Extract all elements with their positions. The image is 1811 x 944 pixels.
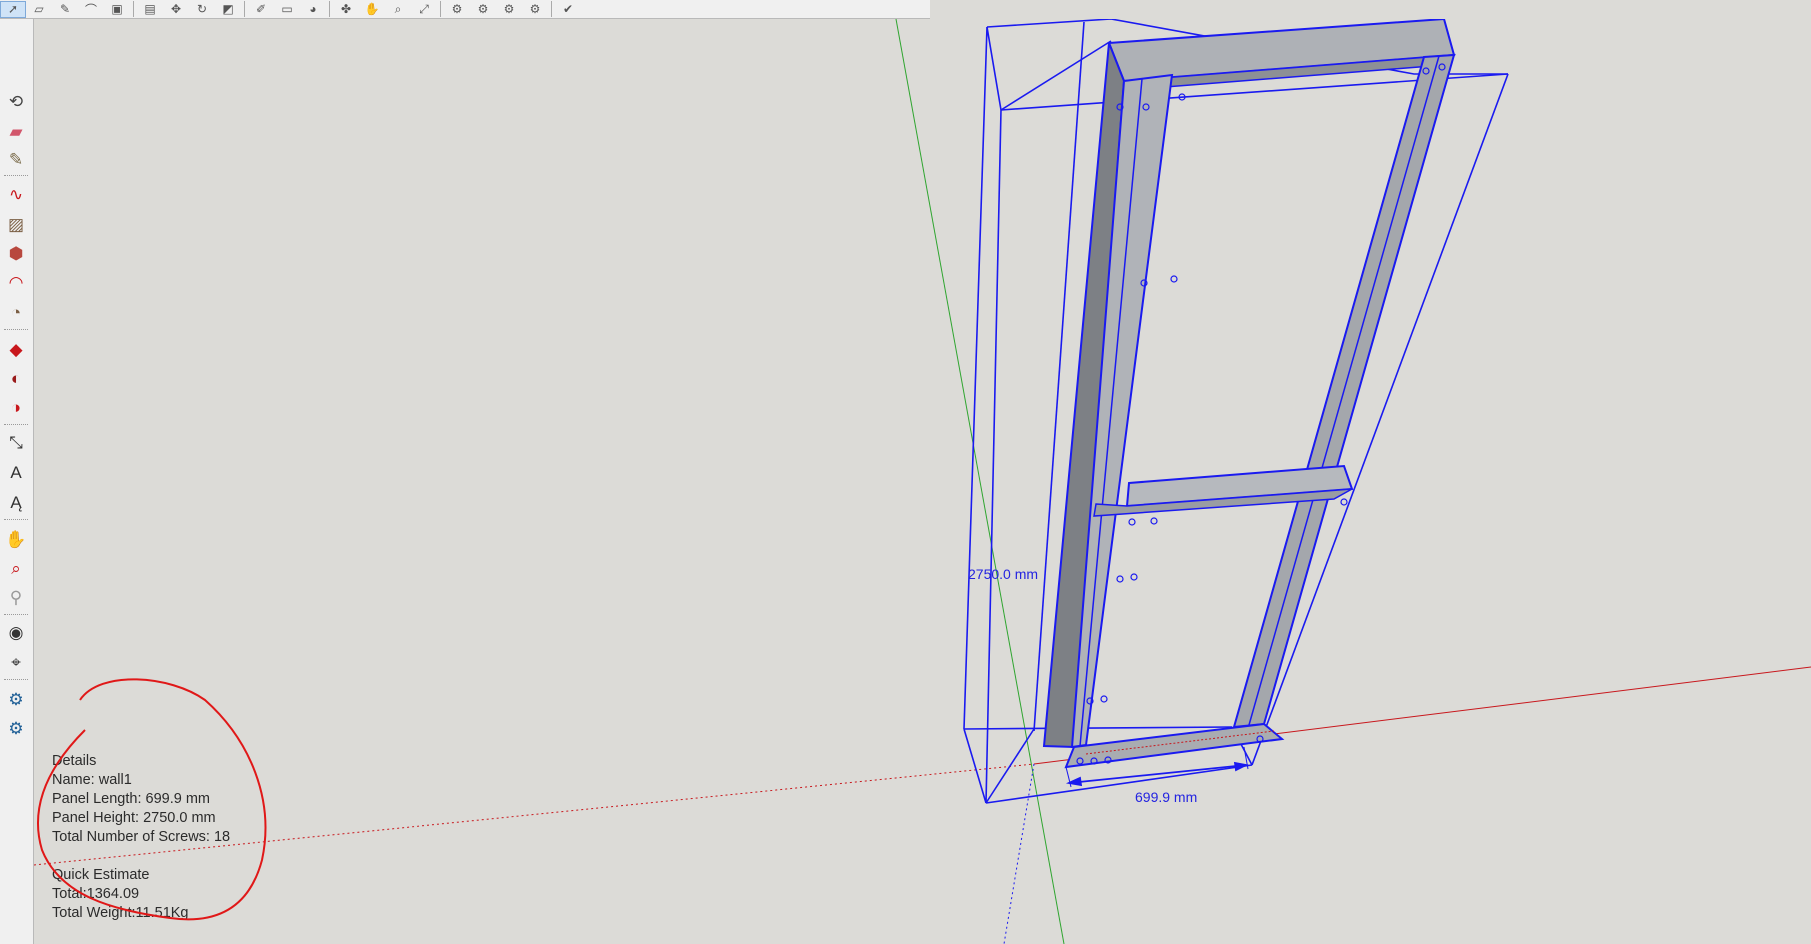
toolbar-separator (440, 1, 441, 17)
look-around-tool-icon[interactable]: ◉ (3, 620, 29, 646)
rectangle-tool-icon[interactable]: ▨ (3, 212, 29, 238)
status-check-icon[interactable]: ✔ (555, 1, 581, 18)
details-panel-length: Panel Length: 699.9 mm (52, 791, 210, 807)
offset-tool-icon[interactable]: ◑ (3, 395, 29, 421)
select-icon[interactable]: ➚ (0, 0, 26, 18)
rotate-icon[interactable]: ↻ (189, 1, 215, 18)
estimate-heading: Quick Estimate (52, 867, 150, 883)
estimate-total: Total:1364.09 (52, 886, 140, 902)
height-dimension-label[interactable]: 2750.0 mm (968, 566, 1038, 582)
orbit-tool-icon[interactable]: ⟲ (3, 89, 29, 115)
eraser-icon[interactable]: ▱ (26, 1, 52, 18)
plugin-frame-tool-icon[interactable]: ⚙ (3, 687, 29, 713)
walk-tool-icon[interactable]: ⚲ (3, 585, 29, 611)
details-screw-count: Total Number of Screws: 18 (52, 829, 231, 845)
pan-tool-icon[interactable]: ✋ (3, 527, 29, 553)
left-toolbar-separator (4, 175, 28, 176)
freehand-tool-icon[interactable]: ∿ (3, 182, 29, 208)
move-icon[interactable]: ✥ (163, 1, 189, 18)
toolbar-separator (244, 1, 245, 17)
pan-icon[interactable]: ✋ (359, 1, 385, 18)
pencil-icon[interactable]: ✎ (52, 1, 78, 18)
zoom-window-tool-icon[interactable]: ⌕ (3, 556, 29, 582)
dimension-tool-icon[interactable]: ⤡ (3, 430, 29, 456)
arc-icon[interactable]: ⌒ (78, 1, 104, 18)
extension-settings-icon[interactable]: ⚙ (522, 1, 548, 18)
tape-measure-icon[interactable]: ✐ (248, 1, 274, 18)
details-panel-height: Panel Height: 2750.0 mm (52, 810, 216, 826)
arc-tool-icon[interactable]: ◠ (3, 270, 29, 296)
pie-tool-icon[interactable]: ◔ (3, 300, 29, 326)
details-name: Name: wall1 (52, 772, 132, 788)
polygon-tool-icon[interactable]: ⬢ (3, 241, 29, 267)
zoom-extents-icon[interactable]: ⤢ (411, 1, 437, 18)
plugin-estimate-tool-icon[interactable]: ⚙ (3, 716, 29, 742)
orbit-icon[interactable]: ✤ (333, 1, 359, 18)
estimate-weight: Total Weight:11.51Kg (52, 905, 189, 921)
follow-me-tool-icon[interactable]: ◐ (3, 366, 29, 392)
panel-info-overlay: Details Name: wall1 Panel Length: 699.9 … (52, 752, 230, 923)
model-scene[interactable] (34, 19, 1811, 944)
zoom-icon[interactable]: ⌕ (385, 1, 411, 18)
left-toolbar-separator (4, 614, 28, 615)
green-axis (895, 19, 1065, 944)
left-toolbar-separator (4, 329, 28, 330)
3d-text-tool-icon[interactable]: Ą (3, 490, 29, 516)
eraser-tool-icon[interactable]: ▰ (3, 119, 29, 145)
scale-icon[interactable]: ◩ (215, 1, 241, 18)
left-toolbar-separator (4, 519, 28, 520)
model-viewport[interactable]: 2750.0 mm 699.9 mm (34, 19, 1811, 944)
push-pull-tool-icon[interactable]: ◆ (3, 337, 29, 363)
text-icon[interactable]: ▭ (274, 1, 300, 18)
left-toolbar-separator (4, 679, 28, 680)
extension-b-icon[interactable]: ⚙ (470, 1, 496, 18)
materials-icon[interactable]: ▤ (137, 1, 163, 18)
extension-c-icon[interactable]: ⚙ (496, 1, 522, 18)
paint-bucket-icon[interactable]: ◕ (300, 1, 326, 18)
toolbar-separator (329, 1, 330, 17)
length-dimension-label[interactable]: 699.9 mm (1135, 789, 1197, 805)
toolbar-separator (551, 1, 552, 17)
details-heading: Details (52, 753, 97, 769)
left-toolbar: ⟲ ▰ ✎ ∿ ▨ ⬢ ◠ ◔ ◆ ◐ ◑ ⤡ A Ą ✋ ⌕ ⚲ ◉ ⌖ ⚙ ⚙ (0, 19, 34, 944)
steel-frame[interactable] (1042, 19, 1456, 769)
position-camera-tool-icon[interactable]: ⌖ (3, 650, 29, 676)
blue-axis-negative (1003, 763, 1035, 944)
tag-tool-icon[interactable]: ✎ (3, 147, 29, 173)
toolbar-separator (133, 1, 134, 17)
push-pull-icon[interactable]: ▣ (104, 1, 130, 18)
left-toolbar-separator (4, 424, 28, 425)
extension-a-icon[interactable]: ⚙ (444, 1, 470, 18)
text-label-tool-icon[interactable]: A (3, 460, 29, 486)
top-toolbar: ➚ ▱ ✎ ⌒ ▣ ▤ ✥ ↻ ◩ ✐ ▭ ◕ ✤ ✋ ⌕ ⤢ ⚙ ⚙ ⚙ ⚙ ✔ (0, 0, 930, 19)
